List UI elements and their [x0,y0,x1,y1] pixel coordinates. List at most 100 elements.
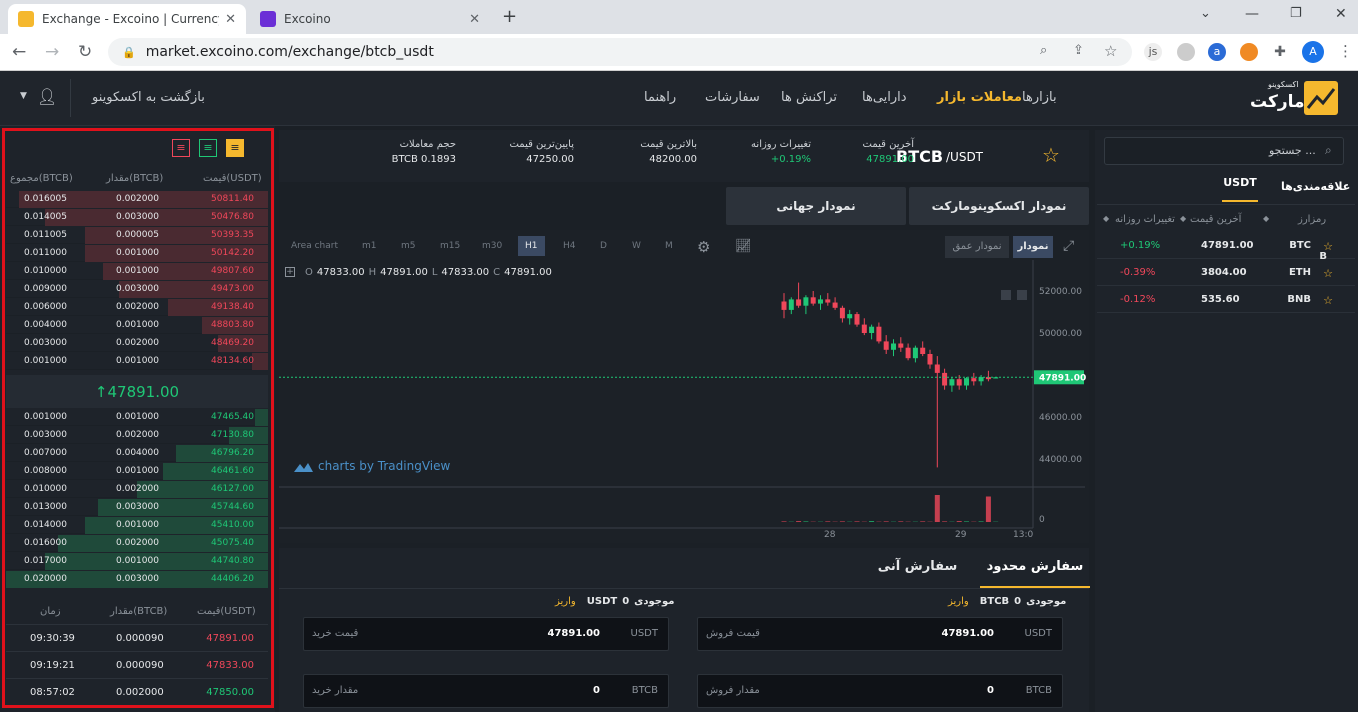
new-tab-icon[interactable]: + [502,6,517,27]
timeframe-m[interactable]: M [665,241,673,251]
orderbook-row[interactable]: 46796.20 0.004000 0.007000 [6,445,268,462]
orderbook-row[interactable]: 47465.40 0.001000 0.001000 [6,409,268,426]
tab-search-icon[interactable]: ⌄ [1200,6,1211,21]
site-logo[interactable]: اکسکوینو مارکت [1250,77,1340,119]
orderbook-row[interactable]: 44406.20 0.003000 0.020000 [6,571,268,588]
candlestick-chart[interactable]: 52000.0050000.0048000.0046000.0044000.00… [279,260,1089,543]
tab-favorites[interactable]: علاقه‌مندی‌ها [1281,180,1350,193]
close-tab-icon[interactable]: ✕ [225,12,236,27]
chart-button[interactable]: نمودار [1013,236,1053,258]
market-row-btc[interactable]: ☆ BTC B 47891.00 +0.19% [1097,233,1355,262]
timeframe-h1[interactable]: H1 [518,236,545,256]
sell-price-field[interactable]: USDT 47891.00 قیمت فروش [697,617,1063,651]
orderbook-row[interactable]: 49473.00 0.003000 0.009000 [6,281,268,298]
mkt-header-price[interactable]: آخرین قیمت [1190,214,1241,225]
address-bar[interactable]: 🔒 market.excoino.com/exchange/btcb_usdt [108,38,1132,66]
metamask-icon[interactable] [1240,43,1258,61]
chart-settings-gear-icon[interactable]: ⚙ [697,238,710,256]
timeframe-area-chart[interactable]: Area chart [291,241,338,251]
market-row-bnb[interactable]: ☆ BNB 535.60 -0.12% [1097,287,1355,313]
timeframe-m30[interactable]: m30 [482,241,502,251]
user-icon[interactable]: 👤︎ [37,87,57,106]
tradingview-watermark[interactable]: charts by TradingView [292,459,450,473]
orderbook-row[interactable]: 50811.40 0.002000 0.016005 [6,191,268,208]
browser-tab-exchange[interactable]: Exchange - Excoino | Currency st ✕ [8,4,246,34]
orderbook-row[interactable]: 45075.40 0.002000 0.016000 [6,535,268,552]
nav-guide[interactable]: راهنما [644,90,676,105]
reload-icon[interactable]: ↻ [78,42,92,62]
favorite-star-icon[interactable]: ☆ [1042,143,1060,167]
close-tab-icon[interactable]: ✕ [469,12,480,27]
bookmark-star-icon[interactable]: ☆ [1104,42,1117,60]
profile-avatar[interactable]: A [1302,41,1324,63]
back-to-excoino-link[interactable]: بازگشت به اکسکوینو [92,90,205,105]
sort-icon[interactable]: ◆ [1103,214,1109,223]
back-icon[interactable]: ← [12,42,26,62]
orderbook-both-icon[interactable]: ≡ [226,139,244,157]
indicators-icon[interactable]: 📈︎ [735,239,752,254]
orderbook-row[interactable]: 49138.40 0.002000 0.006000 [6,299,268,316]
close-window-icon[interactable]: ✕ [1335,6,1347,22]
fullscreen-icon[interactable]: ⤢ [1063,238,1074,254]
tab-excoino-chart[interactable]: نمودار اکسکوینومارکت [909,187,1089,225]
nav-transactions[interactable]: تراکنش ها [781,90,837,105]
zoom-icon[interactable]: ⌕ [1040,43,1047,58]
browser-tab-excoino[interactable]: Excoino ✕ [250,4,490,34]
scroll-right-icon[interactable] [1001,290,1011,300]
share-icon[interactable]: ⇪ [1073,43,1084,58]
minimize-icon[interactable]: — [1245,6,1259,22]
market-row-eth[interactable]: ☆ ETH 3804.00 -0.39% [1097,260,1355,286]
js-extension-icon[interactable]: js [1144,43,1162,61]
orderbook-buys-only-icon[interactable]: ≡ [199,139,217,157]
extensions-puzzle-icon[interactable]: ✚ [1271,43,1289,61]
caret-down-icon[interactable]: ▼ [20,91,27,101]
orderbook-row[interactable]: 50476.80 0.003000 0.014005 [6,209,268,226]
tab-global-chart[interactable]: نمودار جهانی [726,187,906,225]
restore-icon[interactable]: ❐ [1290,6,1302,21]
forward-icon[interactable]: → [45,42,59,62]
orderbook-row[interactable]: 45410.00 0.001000 0.014000 [6,517,268,534]
scroll-end-icon[interactable] [1017,290,1027,300]
orderbook-row[interactable]: 46461.60 0.001000 0.008000 [6,463,268,480]
nav-market-trades[interactable]: معاملات بازار [937,90,1022,105]
orderbook-row[interactable]: 49807.60 0.001000 0.010000 [6,263,268,280]
timeframe-m1[interactable]: m1 [362,241,377,251]
mkt-header-change[interactable]: تغییرات روزانه [1115,214,1175,225]
browser-menu-icon[interactable]: ⋮ [1338,42,1353,60]
mkt-header-coin[interactable]: رمزارز [1298,214,1326,225]
market-search-input[interactable]: جستجو ... ⌕ [1104,137,1344,165]
nav-markets[interactable]: بازارها [1022,90,1057,105]
sort-icon[interactable]: ◆ [1180,214,1186,223]
favorite-star-icon[interactable]: ☆ [1323,267,1333,280]
tab-limit-order[interactable]: سفارش محدود [980,550,1090,588]
tab-market-order[interactable]: سفارش آنی [870,550,965,588]
orderbook-row[interactable]: 48803.80 0.001000 0.004000 [6,317,268,334]
orderbook-sells-only-icon[interactable]: ≡ [172,139,190,157]
orderbook-row[interactable]: 48469.20 0.002000 0.003000 [6,335,268,352]
orderbook-row[interactable]: 44740.80 0.001000 0.017000 [6,553,268,570]
nav-orders[interactable]: سفارشات [705,90,760,105]
orderbook-row[interactable]: 46127.00 0.002000 0.010000 [6,481,268,498]
a-extension-icon[interactable]: a [1208,43,1226,61]
buy-amount-field[interactable]: BTCB 0 مقدار خرید [303,674,669,708]
tab-usdt[interactable]: USDT [1222,176,1258,202]
favorite-star-icon[interactable]: ☆ [1323,294,1333,307]
sort-icon[interactable]: ◆ [1263,214,1269,223]
orderbook-row[interactable]: 50393.35 0.000005 0.011005 [6,227,268,244]
orderbook-row[interactable]: 47130.80 0.002000 0.003000 [6,427,268,444]
timeframe-m15[interactable]: m15 [440,241,460,251]
orderbook-row[interactable]: 50142.20 0.001000 0.011000 [6,245,268,262]
timeframe-h4[interactable]: H4 [563,241,576,251]
sell-deposit-link[interactable]: واریز [948,596,969,607]
orderbook-row[interactable]: 45744.60 0.003000 0.013000 [6,499,268,516]
nav-assets[interactable]: دارایی‌ها [862,90,907,105]
buy-deposit-link[interactable]: واریز [555,596,576,607]
timeframe-m5[interactable]: m5 [401,241,416,251]
orderbook-row[interactable]: 48134.60 0.001000 0.001000 [6,353,268,370]
depth-chart-button[interactable]: نمودار عمق [945,236,1009,258]
buy-price-field[interactable]: USDT 47891.00 قیمت خرید [303,617,669,651]
sell-amount-field[interactable]: BTCB 0 مقدار فروش [697,674,1063,708]
timeframe-d[interactable]: D [600,241,607,251]
timeframe-w[interactable]: W [632,241,641,251]
extension-icon[interactable] [1177,43,1195,61]
